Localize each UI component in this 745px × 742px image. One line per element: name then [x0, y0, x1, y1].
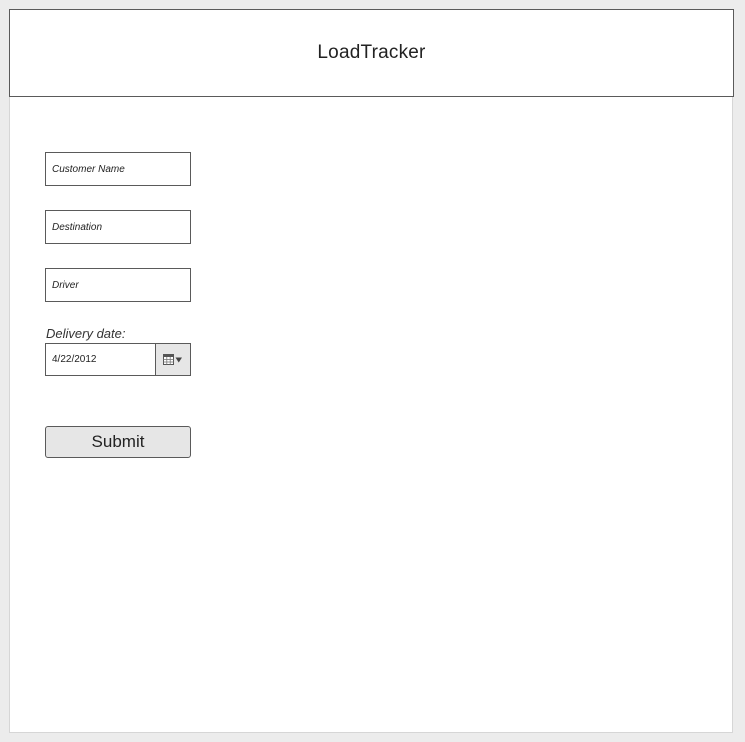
calendar-dropdown-button[interactable] [155, 344, 190, 375]
driver-input[interactable] [46, 269, 190, 301]
delivery-date-value[interactable]: 4/22/2012 [46, 344, 155, 375]
customer-name-field[interactable] [45, 152, 191, 186]
destination-field[interactable] [45, 210, 191, 244]
destination-input[interactable] [46, 211, 190, 243]
delivery-date-picker[interactable]: 4/22/2012 [45, 343, 191, 376]
driver-field[interactable] [45, 268, 191, 302]
app-title: LoadTracker [317, 42, 426, 63]
calendar-dropdown-icon [163, 353, 182, 365]
customer-name-input[interactable] [46, 153, 190, 185]
delivery-date-label: Delivery date: [46, 326, 126, 341]
submit-button[interactable]: Submit [45, 426, 191, 458]
app-header: LoadTracker [9, 9, 734, 97]
